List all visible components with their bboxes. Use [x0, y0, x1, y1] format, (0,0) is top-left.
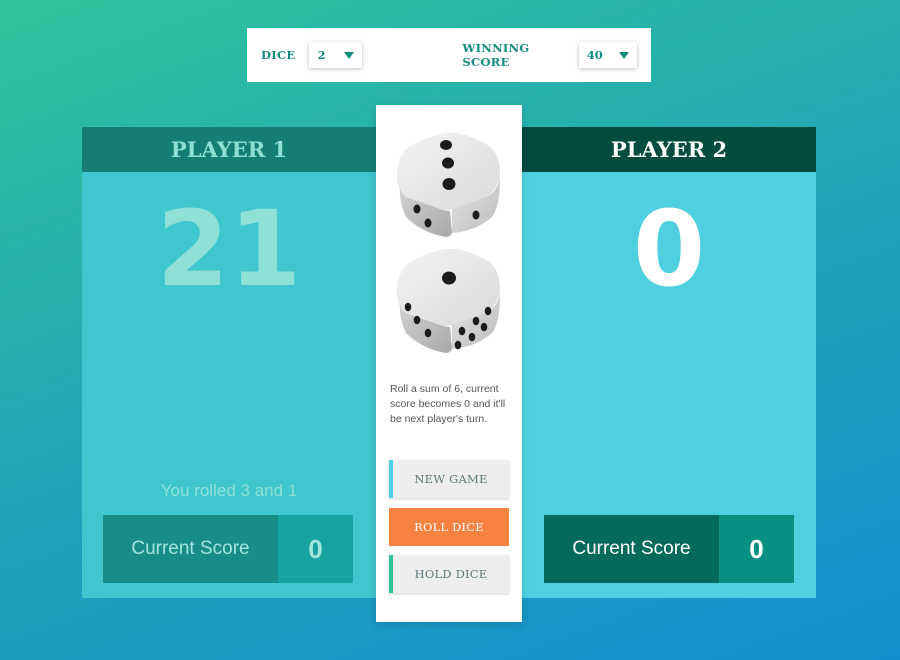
dice-count-select[interactable]: 2	[309, 42, 363, 68]
player-1-total-score: 21	[156, 188, 302, 310]
settings-bar: DICE 2 WINNING SCORE 40	[247, 28, 651, 82]
dice-count-label: DICE	[261, 48, 296, 62]
current-score-label: Current Score	[544, 515, 719, 583]
dice-count-value: 2	[317, 48, 326, 62]
control-panel: Roll a sum of 6, current score becomes 0…	[376, 105, 522, 622]
player-2-current-score: Current Score 0	[544, 515, 794, 583]
chevron-down-icon	[619, 51, 629, 59]
player-1-roll-message: You rolled 3 and 1	[160, 481, 298, 500]
die-face-1-icon	[396, 248, 500, 353]
player-1-panel: PLAYER 1 21 You rolled 3 and 1 Current S…	[82, 127, 376, 598]
winning-score-label: WINNING SCORE	[462, 41, 530, 69]
rule-text: Roll a sum of 6, current score becomes 0…	[390, 383, 506, 425]
player-1-current-score: Current Score 0	[103, 515, 353, 583]
chevron-down-icon	[344, 51, 355, 59]
current-score-value: 0	[278, 515, 353, 583]
new-game-button[interactable]: NEW GAME	[389, 460, 509, 498]
roll-dice-button[interactable]: ROLL DICE	[389, 508, 509, 546]
winning-score-value: 40	[586, 48, 603, 62]
current-score-label: Current Score	[103, 515, 278, 583]
winning-score-select[interactable]: 40	[578, 42, 637, 68]
player-2-total-score: 0	[632, 188, 706, 310]
hold-dice-button[interactable]: HOLD DICE	[389, 555, 509, 593]
player-2-panel: PLAYER 2 0 Current Score 0	[522, 127, 816, 598]
current-score-value: 0	[719, 515, 794, 583]
player-1-name: PLAYER 1	[82, 127, 376, 172]
player-2-name: PLAYER 2	[522, 127, 816, 172]
die-face-3-icon	[396, 132, 500, 237]
